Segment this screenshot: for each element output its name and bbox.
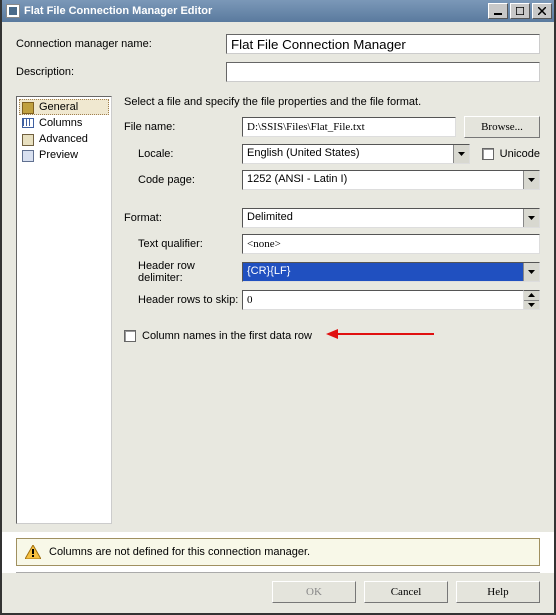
codepage-label: Code page: xyxy=(124,174,242,186)
text-qualifier-input[interactable] xyxy=(242,234,540,254)
sidebar-item-preview[interactable]: Preview xyxy=(19,147,109,163)
locale-label: Locale: xyxy=(124,148,242,160)
header-delimiter-value: {CR}{LF} xyxy=(243,263,523,281)
format-dropdown[interactable]: Delimited xyxy=(242,208,540,228)
unicode-checkbox[interactable] xyxy=(482,148,494,160)
page-list: General Columns Advanced Preview xyxy=(16,96,112,524)
header-delimiter-dropdown[interactable]: {CR}{LF} xyxy=(242,262,540,282)
connection-name-input[interactable] xyxy=(226,34,540,54)
browse-button[interactable]: Browse... xyxy=(464,116,540,138)
chevron-down-icon[interactable] xyxy=(523,209,539,227)
chevron-down-icon[interactable] xyxy=(523,171,539,189)
column-names-checkbox[interactable] xyxy=(124,330,136,342)
info-bar: Columns are not defined for this connect… xyxy=(16,538,540,566)
info-text: Columns are not defined for this connect… xyxy=(49,546,310,558)
format-value: Delimited xyxy=(243,209,523,227)
warning-icon xyxy=(25,545,41,559)
text-qualifier-label: Text qualifier: xyxy=(124,238,242,250)
instruction-text: Select a file and specify the file prope… xyxy=(124,96,540,108)
chevron-down-icon[interactable] xyxy=(523,263,539,281)
cancel-button[interactable]: Cancel xyxy=(364,581,448,603)
codepage-value: 1252 (ANSI - Latin I) xyxy=(243,171,523,189)
sidebar-item-label: Columns xyxy=(39,117,82,129)
sidebar-item-columns[interactable]: Columns xyxy=(19,115,109,131)
sidebar-item-general[interactable]: General xyxy=(19,99,109,115)
spin-down-icon[interactable] xyxy=(524,301,539,310)
codepage-dropdown[interactable]: 1252 (ANSI - Latin I) xyxy=(242,170,540,190)
titlebar[interactable]: Flat File Connection Manager Editor xyxy=(2,0,554,22)
help-button[interactable]: Help xyxy=(456,581,540,603)
file-name-label: File name: xyxy=(124,121,242,133)
unicode-label: Unicode xyxy=(500,148,540,160)
description-label: Description: xyxy=(16,66,226,78)
description-input[interactable] xyxy=(226,62,540,82)
columns-icon xyxy=(21,117,35,129)
window-title: Flat File Connection Manager Editor xyxy=(24,5,486,17)
header-skip-input[interactable] xyxy=(242,290,524,310)
ok-button: OK xyxy=(272,581,356,603)
minimize-button[interactable] xyxy=(488,3,508,19)
sidebar-item-label: Preview xyxy=(39,149,78,161)
spin-up-icon[interactable] xyxy=(524,291,539,301)
format-label: Format: xyxy=(124,212,242,224)
file-name-input[interactable] xyxy=(242,117,456,137)
advanced-icon xyxy=(21,133,35,145)
chevron-down-icon[interactable] xyxy=(453,145,469,163)
sidebar-item-label: Advanced xyxy=(39,133,88,145)
locale-value: English (United States) xyxy=(243,145,453,163)
header-delimiter-label: Header row delimiter: xyxy=(124,260,242,284)
column-names-label: Column names in the first data row xyxy=(142,330,312,342)
button-bar: OK Cancel Help xyxy=(2,573,554,613)
connection-name-label: Connection manager name: xyxy=(16,38,226,50)
general-icon xyxy=(21,101,35,113)
sidebar-item-advanced[interactable]: Advanced xyxy=(19,131,109,147)
sidebar-item-label: General xyxy=(39,101,78,113)
locale-dropdown[interactable]: English (United States) xyxy=(242,144,470,164)
preview-icon xyxy=(21,149,35,161)
annotation-arrow-icon xyxy=(326,328,436,343)
header-skip-label: Header rows to skip: xyxy=(124,294,242,306)
close-button[interactable] xyxy=(532,3,552,19)
app-icon xyxy=(6,4,20,18)
header-skip-spinner[interactable] xyxy=(524,290,540,310)
maximize-button[interactable] xyxy=(510,3,530,19)
